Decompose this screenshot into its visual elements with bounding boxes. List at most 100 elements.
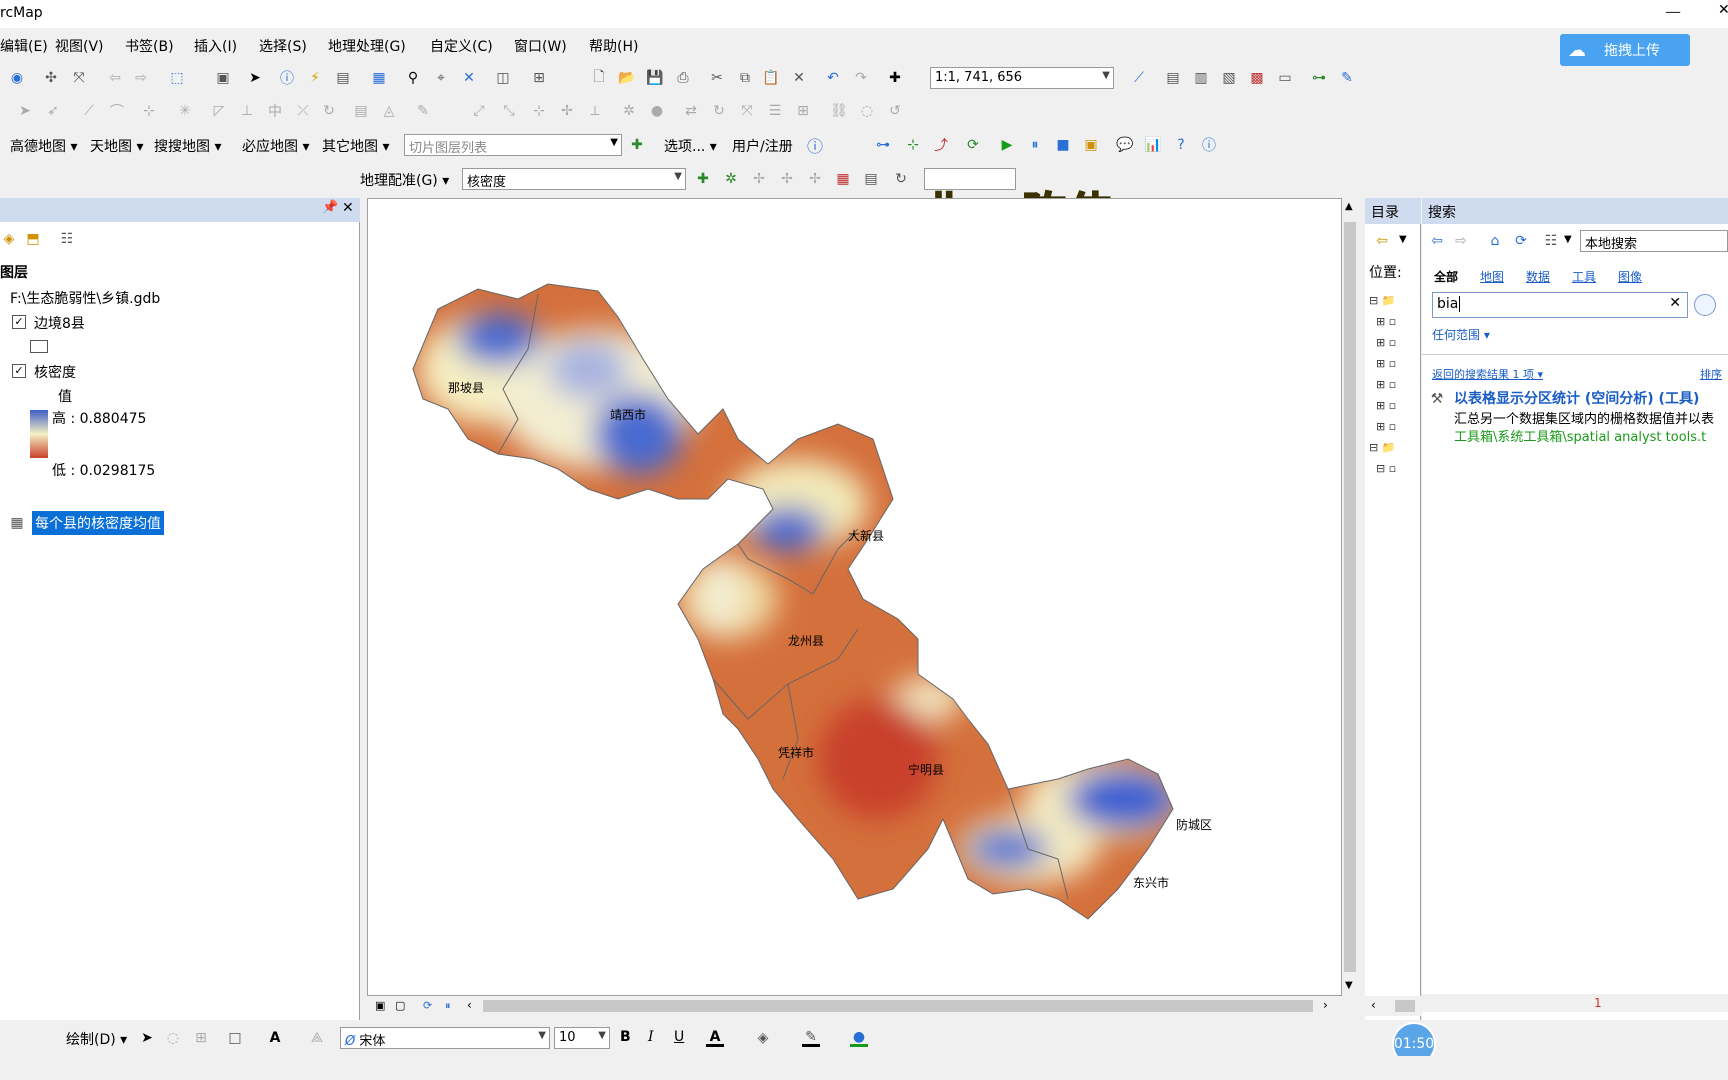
help-icon[interactable]: ?: [1172, 136, 1190, 154]
error-inspector-icon[interactable]: ●: [648, 102, 666, 120]
new-document-icon[interactable]: 🗋: [590, 69, 608, 87]
split-icon[interactable]: 中: [266, 102, 284, 120]
catalog-window-icon[interactable]: ▥: [1192, 69, 1210, 87]
tab-tools[interactable]: 工具: [1572, 268, 1596, 285]
font-size-combo[interactable]: 10 ▼: [554, 1027, 610, 1049]
layer2-checkbox[interactable]: ✓: [12, 364, 26, 378]
menu-help[interactable]: 帮助(H): [589, 36, 638, 56]
catalog-tree[interactable]: ⊟ 📁 ⊞ ▫ ⊞ ▫ ⊞ ▫ ⊞ ▫ ⊞ ▫ ⊞ ▫ ⊟ 📁 ⊟ ▫: [1369, 290, 1417, 990]
pan-icon[interactable]: ✢: [750, 170, 768, 188]
layer-border-counties[interactable]: 边境8县: [34, 313, 85, 333]
options-icon[interactable]: ☷: [1542, 232, 1560, 250]
bing-map-menu[interactable]: 必应地图 ▾: [242, 136, 309, 156]
rotate-icon[interactable]: ↻: [892, 170, 910, 188]
minimize-button[interactable]: —: [1665, 2, 1681, 21]
arc-segment-icon[interactable]: ⌒: [108, 102, 126, 120]
link-icon[interactable]: ⛓: [830, 102, 848, 120]
rubbersheet-icon[interactable]: ↻: [710, 102, 728, 120]
menu-bookmarks[interactable]: 书签(B): [125, 36, 174, 56]
identify-icon[interactable]: ⓘ: [278, 69, 296, 87]
topology-icon[interactable]: ⤢: [470, 102, 488, 120]
validate-icon[interactable]: ✲: [620, 102, 638, 120]
marker-color-icon[interactable]: ●: [850, 1029, 868, 1047]
tab-all[interactable]: 全部: [1434, 268, 1458, 285]
search-result-title[interactable]: 以表格显示分区统计 (空间分析) (工具): [1454, 388, 1699, 408]
select-features-icon[interactable]: ⬚: [168, 69, 186, 87]
tianditu-menu[interactable]: 天地图 ▾: [90, 136, 143, 156]
open-icon[interactable]: ▣: [1082, 136, 1100, 154]
link-table-icon[interactable]: ▦: [834, 170, 852, 188]
scroll-down-icon[interactable]: ▼: [1345, 980, 1353, 991]
map-display[interactable]: 那坡县 靖西市 大新县 龙州县 凭祥市 宁明县 防城区 东兴市: [367, 198, 1342, 996]
route-icon[interactable]: ⌖: [432, 69, 450, 87]
pen-icon[interactable]: ✎: [1338, 69, 1356, 87]
menu-geoprocessing[interactable]: 地理处理(G): [328, 36, 406, 56]
edit-tool-icon[interactable]: ➤: [16, 102, 34, 120]
arctoolbox-icon[interactable]: ▩: [1248, 69, 1266, 87]
results-count[interactable]: 返回的搜索结果 1 项 ▾: [1432, 366, 1543, 382]
back-icon[interactable]: ⇦: [1428, 232, 1446, 250]
limit-adjust-icon[interactable]: ⊞: [794, 102, 812, 120]
zoom-extent-icon[interactable]: ⤧: [70, 69, 88, 87]
pointer-icon[interactable]: ➤: [246, 69, 264, 87]
data-view-icon[interactable]: ▣: [375, 999, 385, 1012]
fill-color-icon[interactable]: ◈: [754, 1029, 772, 1047]
create-features-icon[interactable]: ✎: [414, 102, 432, 120]
edgematch-icon[interactable]: ⤧: [738, 102, 756, 120]
node-icon[interactable]: ⊹: [530, 102, 548, 120]
reshape-icon[interactable]: ◸: [210, 102, 228, 120]
cut-icon[interactable]: ✂: [708, 69, 726, 87]
find-icon[interactable]: ⚲: [404, 69, 422, 87]
options-icon[interactable]: ☷: [58, 230, 76, 248]
density-map[interactable]: 那坡县 靖西市 大新县 龙州县 凭祥市 宁明县 防城区 东兴市: [368, 199, 1343, 997]
save-icon[interactable]: 💾: [646, 69, 664, 87]
add-data-icon[interactable]: ✚: [886, 69, 904, 87]
copy-icon[interactable]: ⧉: [736, 69, 754, 87]
html-popup-icon[interactable]: ▤: [334, 69, 352, 87]
network-icon[interactable]: ⊹: [904, 136, 922, 154]
search-go-icon[interactable]: [1694, 294, 1716, 316]
layer-kernel-density[interactable]: 核密度: [34, 362, 76, 382]
spatial-adjust-icon[interactable]: ⇄: [682, 102, 700, 120]
map-vertical-scrollbar[interactable]: ▲ ▼: [1342, 198, 1358, 996]
rotate-icon[interactable]: ⤫: [294, 102, 312, 120]
edge-icon[interactable]: ⟂: [586, 102, 604, 120]
rotation-input[interactable]: [924, 168, 1016, 190]
midpoint-icon[interactable]: ⊹: [140, 102, 158, 120]
list-by-drawing-order-icon[interactable]: ◈: [0, 230, 18, 248]
close-icon[interactable]: ✕: [342, 200, 354, 216]
print-icon[interactable]: ⎙: [674, 69, 692, 87]
soso-map-menu[interactable]: 搜搜地图 ▾: [154, 136, 221, 156]
layout-view-icon[interactable]: ▢: [395, 999, 405, 1012]
close-button[interactable]: ✕: [1718, 2, 1728, 18]
chevron-down-icon[interactable]: ▼: [1564, 234, 1572, 245]
scroll-thumb[interactable]: [1344, 222, 1356, 972]
network-icon[interactable]: ⊶: [874, 136, 892, 154]
gaode-map-menu[interactable]: 高德地图 ▾: [10, 136, 77, 156]
link-icon[interactable]: ↺: [886, 102, 904, 120]
menu-customize[interactable]: 自定义(C): [430, 36, 493, 56]
create-viewer-icon[interactable]: ⊞: [530, 69, 548, 87]
search-scope-combo[interactable]: 本地搜索: [1580, 230, 1728, 252]
pause-icon[interactable]: ⏸: [445, 999, 451, 1013]
italic-button[interactable]: I: [648, 1029, 654, 1045]
redo-icon[interactable]: ↷: [852, 69, 870, 87]
gdb-path[interactable]: F:\生态脆弱性\乡镇.gdb: [10, 288, 160, 308]
menu-view[interactable]: 视图(V): [55, 36, 104, 56]
selected-table-item[interactable]: 每个县的核密度均值: [32, 511, 164, 535]
scroll-thumb[interactable]: [483, 1000, 1313, 1012]
vertex-icon[interactable]: ✳: [176, 102, 194, 120]
tab-images[interactable]: 图像: [1618, 268, 1642, 285]
other-map-menu[interactable]: 其它地图 ▾: [322, 136, 389, 156]
attributes-icon[interactable]: ▤: [352, 102, 370, 120]
edit-vertices-icon[interactable]: ⟁: [308, 1029, 326, 1047]
catalog-scrollbar[interactable]: ‹: [1365, 996, 1421, 1016]
chevron-down-icon[interactable]: ▼: [1399, 234, 1407, 245]
scroll-thumb[interactable]: [1395, 1000, 1415, 1012]
refresh-icon[interactable]: ⟳: [964, 136, 982, 154]
delete-icon[interactable]: ✕: [790, 69, 808, 87]
editor-icon[interactable]: ⟋: [1130, 69, 1148, 87]
add-tile-icon[interactable]: ✚: [628, 136, 646, 154]
text-icon[interactable]: A: [266, 1029, 284, 1047]
edit-annotation-icon[interactable]: ➶: [44, 102, 62, 120]
